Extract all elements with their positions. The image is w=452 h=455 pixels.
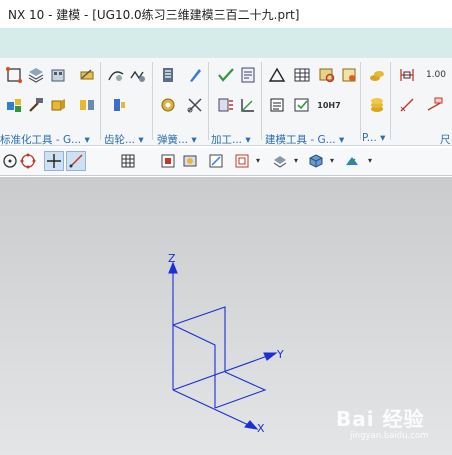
sheet-layout-icon[interactable] — [237, 64, 259, 86]
chevron-down-icon: ▾ — [338, 134, 345, 146]
stack-report-icon[interactable] — [157, 64, 179, 86]
group-label-dimension[interactable]: 尺 — [440, 132, 451, 147]
pen-tool-icon[interactable] — [184, 64, 206, 86]
orient-view-icon[interactable] — [206, 151, 226, 171]
hammer-tool-icon[interactable] — [25, 94, 47, 116]
layer-icon[interactable] — [270, 151, 290, 171]
gear-icon[interactable] — [157, 94, 179, 116]
watermark-url: jingyan.baidu.com — [350, 431, 429, 441]
tolerance-label: 10H7 — [317, 100, 341, 110]
bolt-list-icon[interactable] — [215, 94, 237, 116]
chevron-down-icon[interactable]: ▾ — [294, 156, 298, 165]
view-fit-icon[interactable] — [158, 151, 178, 171]
group-label-machining[interactable]: 加工... ▾ — [211, 132, 251, 147]
spring-tool-icon[interactable] — [127, 64, 149, 86]
angle-tool-icon[interactable] — [237, 94, 259, 116]
chevron-down-icon[interactable]: ▾ — [256, 156, 260, 165]
pencil-block-icon[interactable] — [76, 64, 98, 86]
group-label-spring[interactable]: 弹簧... ▾ — [157, 132, 197, 147]
chevron-down-icon[interactable]: ▾ — [330, 156, 334, 165]
shape-block-icon[interactable] — [47, 94, 69, 116]
view-toolbar: ▾ ▾ ▾ ▾ — [0, 148, 452, 176]
shading-icon[interactable] — [232, 151, 252, 171]
graphics-viewport[interactable]: Z Y X Bai 经验 jingyan.baidu.com — [0, 177, 452, 455]
triangle-icon[interactable] — [266, 64, 288, 86]
x-axis-arrow — [243, 420, 259, 430]
search-part-icon[interactable] — [316, 64, 338, 86]
ribbon-tab-strip — [0, 28, 452, 58]
chevron-down-icon: ▾ — [191, 134, 197, 146]
group-label-gear[interactable]: 齿轮... ▾ — [104, 132, 144, 147]
quadrant-point-icon[interactable] — [18, 151, 38, 171]
table-grid-icon[interactable] — [291, 64, 313, 86]
line-tool-icon[interactable] — [66, 151, 86, 171]
y-axis-line — [172, 353, 274, 391]
diagonal-dimension-icon[interactable] — [396, 94, 418, 116]
crosshair-icon[interactable] — [44, 151, 64, 171]
layer-stack-icon[interactable] — [25, 64, 47, 86]
chevron-down-icon: ▾ — [245, 134, 251, 146]
group-label-p[interactable]: P... ▾ — [362, 132, 385, 144]
yz-plane-square — [172, 306, 226, 372]
feature-tree-icon[interactable] — [3, 94, 25, 116]
dimension-frame-icon[interactable] — [396, 64, 418, 86]
note-icon[interactable] — [266, 94, 288, 116]
scissors-icon[interactable] — [184, 94, 206, 116]
stack-gold-icon[interactable] — [366, 94, 388, 116]
render-icon[interactable] — [180, 151, 200, 171]
edit-section-icon[interactable] — [342, 151, 362, 171]
curve-tool-icon[interactable] — [105, 64, 127, 86]
label-dimension-icon[interactable] — [424, 94, 446, 116]
chevron-down-icon: ▾ — [84, 134, 90, 146]
group-label-modeling-tools[interactable]: 建模工具 - G... ▾ — [265, 132, 344, 147]
xz-plane-square — [172, 324, 216, 408]
chevron-down-icon[interactable]: ▾ — [368, 156, 372, 165]
circle-snap-icon[interactable] — [0, 151, 20, 171]
dimension-value-button[interactable]: 1.00 — [424, 64, 448, 86]
group-label-standard-tools[interactable]: 标准化工具 - G... ▾ — [0, 132, 90, 147]
point-set-icon[interactable] — [3, 64, 25, 86]
chevron-down-icon: ▾ — [380, 132, 386, 144]
check-table-icon[interactable] — [291, 94, 313, 116]
arrange-icon[interactable] — [76, 94, 98, 116]
check-feature-icon[interactable] — [215, 64, 237, 86]
palette-icon[interactable] — [338, 64, 360, 86]
x-axis-line — [172, 389, 256, 429]
stack-coins-icon[interactable] — [366, 64, 388, 86]
z-axis-label: Z — [168, 252, 176, 265]
dimension-value: 1.00 — [425, 70, 447, 80]
bearing-icon[interactable] — [108, 94, 130, 116]
xy-plane-square — [214, 371, 267, 409]
tolerance-button[interactable]: 10H7 — [316, 94, 342, 116]
chevron-down-icon: ▾ — [138, 134, 144, 146]
cube-view-icon[interactable] — [306, 151, 326, 171]
y-axis-arrow — [263, 352, 278, 361]
watermark-logo: Bai 经验 — [336, 407, 425, 431]
y-axis-label: Y — [277, 348, 284, 361]
grid-icon[interactable] — [118, 151, 138, 171]
window-title: NX 10 - 建模 - [UG10.0练习三维建模三百二十九.prt] — [0, 0, 452, 28]
building-block-icon[interactable] — [47, 64, 69, 86]
x-axis-label: X — [257, 422, 265, 435]
